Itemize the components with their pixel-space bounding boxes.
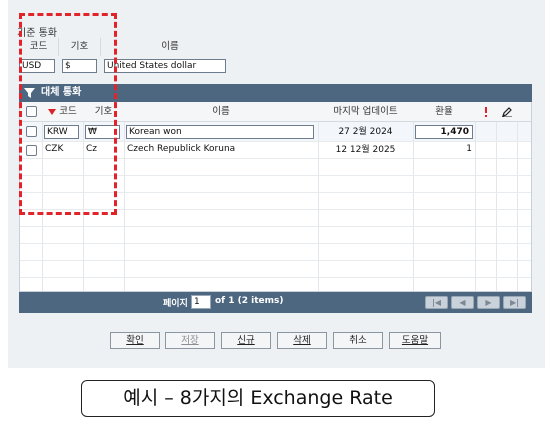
- new-button-label: 신규: [237, 335, 255, 346]
- row-last-update: 12 12월 2025: [335, 145, 396, 155]
- pager-bar: 페이지 1 of 1 (2 items) |◀ ◀ ▶ ▶|: [19, 292, 532, 313]
- row-rate-field[interactable]: 1,470: [415, 125, 473, 139]
- empty-row: [20, 243, 531, 260]
- base-name-header: 이름: [161, 41, 179, 52]
- empty-row: [20, 277, 531, 291]
- delete-button[interactable]: 삭제: [277, 332, 327, 349]
- ok-button-label: 확인: [126, 335, 144, 346]
- first-page-icon[interactable]: |◀: [425, 296, 448, 309]
- save-button-label: 저장: [181, 335, 199, 346]
- last-page-icon[interactable]: ▶|: [503, 296, 526, 309]
- row-name-field[interactable]: Korean won: [126, 125, 314, 139]
- row-last-update: 27 2월 2024: [338, 127, 393, 137]
- annotation-highlight-box: [19, 13, 117, 215]
- base-name-field[interactable]: United States dollar: [104, 59, 226, 73]
- cancel-button[interactable]: 취소: [333, 332, 383, 349]
- example-caption: 예시 – 8가지의 Exchange Rate: [81, 380, 435, 417]
- last-update-column-header[interactable]: 마지막 업데이트: [318, 102, 413, 122]
- help-button-label: 도움말: [401, 335, 429, 346]
- next-page-icon[interactable]: ▶: [477, 296, 500, 309]
- name-column-header[interactable]: 이름: [124, 102, 318, 122]
- row-name: Czech Republick Koruna: [127, 144, 236, 154]
- save-button[interactable]: 저장: [165, 332, 215, 349]
- help-button[interactable]: 도움말: [389, 332, 441, 349]
- empty-row: [20, 260, 531, 277]
- page-label: 페이지: [163, 299, 188, 309]
- cancel-button-label: 취소: [349, 335, 367, 346]
- new-button[interactable]: 신규: [221, 332, 271, 349]
- prev-page-icon[interactable]: ◀: [451, 296, 474, 309]
- delete-button-label: 삭제: [293, 335, 311, 346]
- empty-row: [20, 226, 531, 243]
- page-number-input[interactable]: 1: [191, 295, 211, 309]
- page-count-text: of 1 (2 items): [215, 296, 284, 306]
- row-rate: 1: [466, 144, 472, 154]
- exclamation-icon: [475, 102, 496, 122]
- pencil-icon: [496, 102, 517, 122]
- ok-button[interactable]: 확인: [110, 332, 160, 349]
- rate-column-header[interactable]: 환율: [413, 102, 475, 122]
